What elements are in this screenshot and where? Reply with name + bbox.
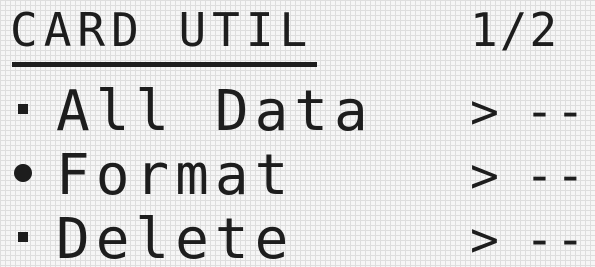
menu-item-value: -- xyxy=(525,212,587,267)
arrow-icon: > xyxy=(470,148,499,204)
selected-bullet-icon xyxy=(14,164,32,182)
menu-item-label: Format xyxy=(56,143,295,208)
title-underline xyxy=(12,62,317,67)
menu-item-value: -- xyxy=(525,84,587,140)
bullet-icon xyxy=(18,232,28,242)
menu-item-delete[interactable]: Delete > -- xyxy=(0,212,595,267)
arrow-icon: > xyxy=(470,212,499,267)
lcd-screen: CARD UTIL 1/2 All Data > -- Format > -- … xyxy=(0,0,595,267)
menu-item-all-data[interactable]: All Data > -- xyxy=(0,84,595,148)
bullet-icon xyxy=(18,104,28,114)
menu-item-value: -- xyxy=(525,148,587,204)
menu-item-label: Delete xyxy=(56,207,295,267)
page-indicator: 1/2 xyxy=(470,3,560,57)
screen-title: CARD UTIL xyxy=(10,3,314,57)
menu-item-label: All Data xyxy=(56,79,374,144)
menu-item-format[interactable]: Format > -- xyxy=(0,148,595,212)
arrow-icon: > xyxy=(470,84,499,140)
